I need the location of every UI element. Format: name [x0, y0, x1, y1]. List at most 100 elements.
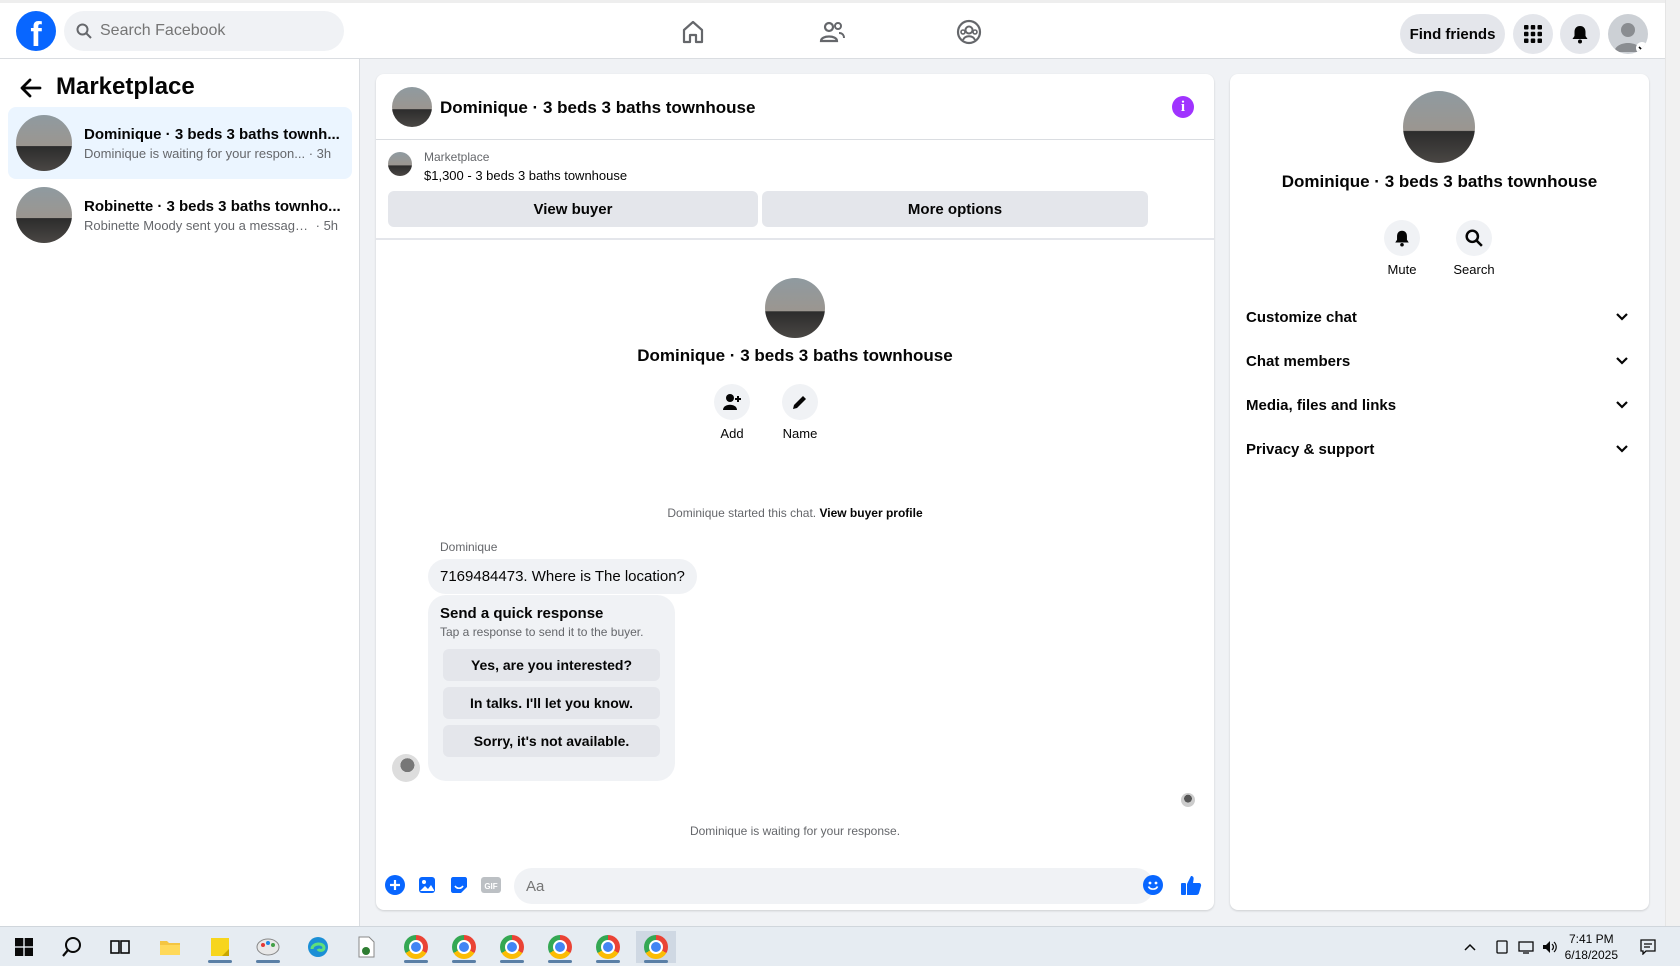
- listing-description[interactable]: $1,300 - 3 beds 3 baths townhouse: [424, 168, 627, 183]
- chat-center-avatar: [765, 278, 825, 338]
- listing-category: Marketplace: [424, 150, 490, 164]
- like-thumb-icon[interactable]: [1180, 874, 1202, 896]
- sticker-icon[interactable]: [448, 874, 470, 896]
- search-label: Search: [1453, 262, 1495, 277]
- info-icon[interactable]: i: [1172, 96, 1194, 118]
- name-chat-button[interactable]: Name: [770, 384, 830, 441]
- details-title: Dominique · 3 beds 3 baths townhouse: [1281, 172, 1598, 191]
- quick-response-card: Send a quick response Tap a response to …: [428, 595, 675, 781]
- mute-label: Mute: [1387, 262, 1417, 277]
- details-avatar: [1403, 91, 1475, 163]
- search-in-chat-button[interactable]: Search: [1444, 220, 1504, 277]
- chrome-browser-icon[interactable]: [588, 931, 628, 963]
- chevron-down-icon: [1616, 445, 1628, 453]
- conversation-item-dominique[interactable]: Dominique · 3 beds 3 baths townh... Domi…: [8, 107, 352, 179]
- emoji-icon[interactable]: [1142, 874, 1164, 896]
- message-sender-name: Dominique: [440, 540, 498, 554]
- search-input[interactable]: [100, 22, 320, 40]
- listing-thumbnail[interactable]: [388, 152, 412, 176]
- pencil-icon: [793, 396, 806, 409]
- windows-start-icon[interactable]: [4, 931, 44, 963]
- groups-icon[interactable]: [953, 16, 985, 48]
- sticky-notes-icon[interactable]: [200, 931, 240, 963]
- search-box[interactable]: [64, 11, 344, 51]
- view-buyer-profile-link[interactable]: View buyer profile: [819, 506, 922, 520]
- conversation-avatar: [16, 115, 72, 171]
- section-label: Chat members: [1246, 352, 1351, 370]
- clock-date: 6/18/2025: [1564, 948, 1618, 962]
- quick-response-button[interactable]: In talks. I'll let you know.: [443, 687, 660, 719]
- search-icon: [1465, 229, 1483, 247]
- privacy-support-row[interactable]: Privacy & support: [1246, 429, 1633, 469]
- chrome-browser-icon[interactable]: [396, 931, 436, 963]
- document-app-icon[interactable]: [346, 931, 386, 963]
- conversation-details-panel: Dominique · 3 beds 3 baths townhouse Mut…: [1230, 74, 1649, 910]
- file-explorer-icon[interactable]: [150, 931, 190, 963]
- photo-icon[interactable]: [416, 874, 438, 896]
- device-icon[interactable]: [1492, 931, 1512, 963]
- facebook-logo-icon[interactable]: f: [16, 11, 56, 51]
- task-view-icon[interactable]: [100, 931, 140, 963]
- chat-header-avatar[interactable]: [392, 87, 432, 127]
- page-scrollbar[interactable]: [1665, 0, 1680, 926]
- customize-chat-row[interactable]: Customize chat: [1246, 297, 1633, 337]
- section-label: Privacy & support: [1246, 440, 1375, 458]
- mute-button[interactable]: Mute: [1372, 220, 1432, 277]
- quick-response-subtitle: Tap a response to send it to the buyer.: [440, 625, 644, 639]
- conversation-title: Dominique · 3 beds 3 baths townh...: [84, 125, 340, 143]
- volume-icon[interactable]: [1540, 931, 1560, 963]
- conversation-title: Robinette · 3 beds 3 baths townho...: [84, 197, 341, 215]
- view-buyer-button[interactable]: View buyer: [388, 191, 758, 227]
- home-icon[interactable]: [677, 16, 709, 48]
- more-options-button[interactable]: More options: [762, 191, 1148, 227]
- conversation-item-robinette[interactable]: Robinette · 3 beds 3 baths townho... Rob…: [8, 179, 352, 251]
- chrome-browser-icon-active[interactable]: [636, 931, 676, 963]
- add-person-icon: [723, 394, 741, 410]
- sender-avatar[interactable]: [392, 754, 420, 782]
- chat-members-row[interactable]: Chat members: [1246, 341, 1633, 381]
- media-files-links-row[interactable]: Media, files and links: [1246, 385, 1633, 425]
- chat-panel: Dominique · 3 beds 3 baths townhouse i M…: [376, 74, 1214, 910]
- name-label: Name: [782, 426, 818, 441]
- search-icon: [76, 23, 92, 39]
- quick-response-button[interactable]: Yes, are you interested?: [443, 649, 660, 681]
- menu-grid-icon[interactable]: [1513, 14, 1553, 54]
- back-arrow-icon[interactable]: [18, 75, 44, 101]
- marketplace-conversation-list: Marketplace Dominique · 3 beds 3 baths t…: [0, 59, 360, 926]
- profile-avatar[interactable]: [1608, 14, 1648, 54]
- chevron-down-icon: [1616, 357, 1628, 365]
- gif-icon[interactable]: GIF: [480, 874, 502, 896]
- plus-circle-icon[interactable]: [384, 874, 406, 896]
- quick-response-button[interactable]: Sorry, it's not available.: [443, 725, 660, 757]
- system-clock[interactable]: 7:41 PM 6/18/2025: [1565, 931, 1618, 963]
- find-friends-button[interactable]: Find friends: [1400, 14, 1505, 54]
- add-people-button[interactable]: Add: [702, 384, 762, 441]
- edge-browser-icon[interactable]: [298, 931, 338, 963]
- show-hidden-icons-chevron[interactable]: [1460, 931, 1480, 963]
- chevron-down-icon: [1616, 401, 1628, 409]
- chrome-browser-icon[interactable]: [492, 931, 532, 963]
- paint-app-icon[interactable]: [248, 931, 288, 963]
- incoming-message-bubble[interactable]: 7169484473. Where is The location?: [428, 559, 697, 594]
- conversation-time: · 5h: [315, 217, 339, 233]
- chrome-browser-icon[interactable]: [444, 931, 484, 963]
- notifications-bell-icon[interactable]: [1560, 14, 1600, 54]
- bell-icon: [1395, 230, 1409, 247]
- taskbar-search-icon[interactable]: [52, 931, 92, 963]
- chrome-browser-icon[interactable]: [540, 931, 580, 963]
- windows-taskbar: 7:41 PM 6/18/2025: [0, 926, 1680, 966]
- page-title: Marketplace: [56, 73, 195, 100]
- seen-indicator-avatar: [1181, 793, 1195, 807]
- network-icon[interactable]: [1516, 931, 1536, 963]
- chat-started-notice: Dominique started this chat. View buyer …: [376, 506, 1214, 520]
- chevron-down-icon: [1616, 313, 1628, 321]
- message-composer: GIF: [376, 862, 1214, 910]
- friends-icon[interactable]: [816, 16, 848, 48]
- top-navigation-bar: f Find friends: [0, 0, 1665, 59]
- gif-label: GIF: [484, 882, 497, 891]
- chat-header: Dominique · 3 beds 3 baths townhouse i: [376, 74, 1214, 140]
- notifications-center-icon[interactable]: [1636, 931, 1660, 963]
- chat-header-title[interactable]: Dominique · 3 beds 3 baths townhouse: [440, 98, 755, 118]
- message-input[interactable]: [514, 868, 1154, 904]
- clock-time: 7:41 PM: [1568, 932, 1614, 946]
